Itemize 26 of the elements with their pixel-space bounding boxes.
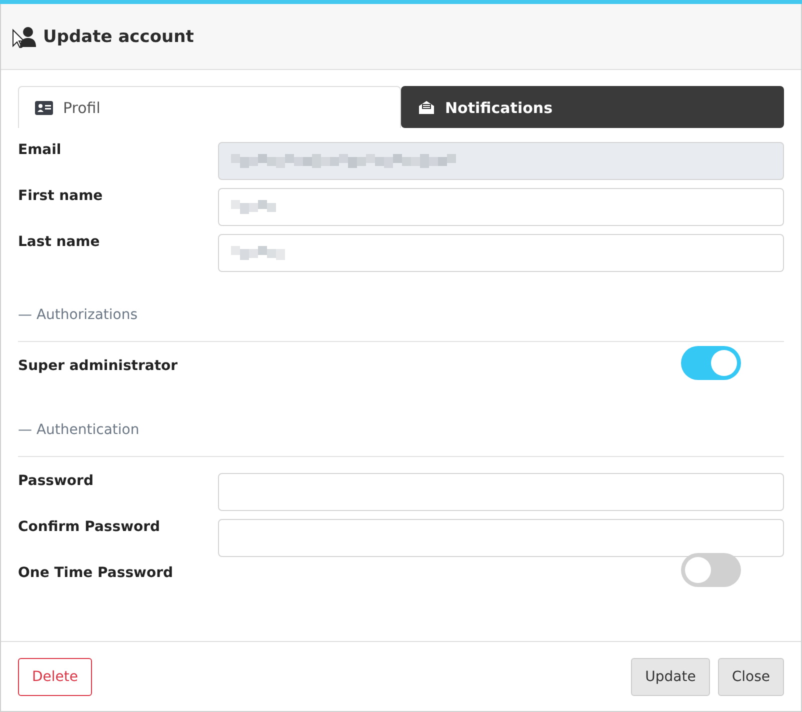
tab[interactable]: Profil <box>18 86 401 128</box>
dialog-title: Update account <box>43 26 194 46</box>
field-label: Last name <box>18 234 101 250</box>
footer-button[interactable]: Close <box>718 658 784 696</box>
id-card-icon <box>35 100 53 114</box>
delete-button[interactable]: Delete <box>18 658 92 696</box>
redacted-value <box>231 200 276 214</box>
section-heading: — Authorizations <box>18 307 138 323</box>
redacted-value <box>231 246 285 260</box>
input-field[interactable] <box>218 188 784 226</box>
input-field[interactable] <box>218 519 784 557</box>
field-label: Confirm Password <box>18 519 162 535</box>
toggle-label: One Time Password <box>18 565 174 581</box>
field-label: Password <box>18 473 94 489</box>
tab[interactable]: Notifications <box>401 86 784 128</box>
toggle-switch[interactable] <box>681 553 741 587</box>
field-label: First name <box>18 188 104 204</box>
input-field[interactable] <box>218 234 784 272</box>
envelope-icon <box>418 100 435 115</box>
user-icon <box>11 26 37 48</box>
field-label: Email <box>18 142 62 158</box>
toggle-switch[interactable] <box>681 346 741 380</box>
footer-button[interactable]: Update <box>631 658 710 696</box>
toggle-label: Super administrator <box>18 358 179 374</box>
section-heading: — Authentication <box>18 422 140 438</box>
input-field[interactable] <box>218 473 784 511</box>
